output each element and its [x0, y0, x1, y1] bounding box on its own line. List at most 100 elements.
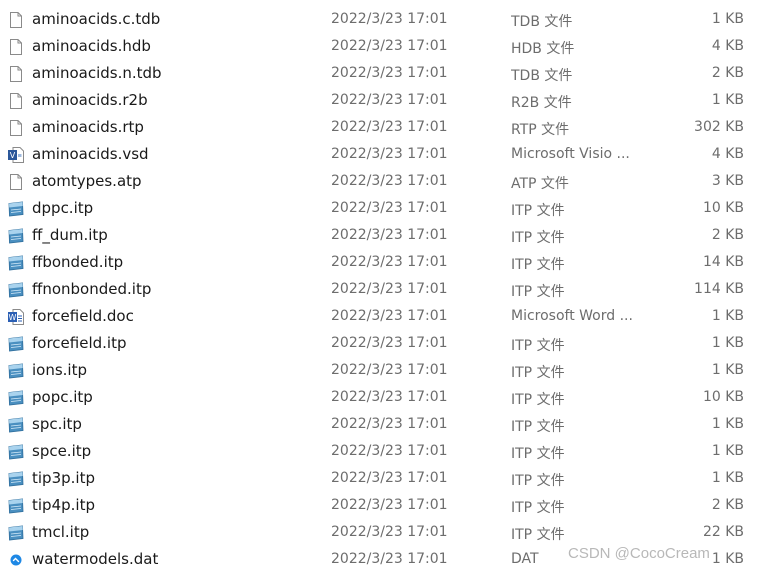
file-size: 1 KB: [711, 470, 744, 486]
file-name: popc.itp: [32, 388, 93, 406]
file-name: tmcl.itp: [32, 523, 90, 541]
file-row[interactable]: ffnonbonded.itp 2022/3/23 17:01 ITP 文件 114 …: [0, 276, 757, 303]
file-type: R2B 文件: [511, 95, 572, 111]
file-modified-date: 2022/3/23 17:01: [331, 362, 448, 378]
file-size: 10 KB: [702, 389, 744, 405]
file-size: 114 KB: [694, 281, 744, 297]
file-name: spce.itp: [32, 442, 92, 460]
file-name: aminoacids.hdb: [32, 37, 151, 55]
file-name: aminoacids.r2b: [32, 91, 148, 109]
file-row[interactable]: aminoacids.n.tdb 2022/3/23 17:01 TDB 文件 2 K…: [0, 60, 757, 87]
file-modified-date: 2022/3/23 17:01: [331, 443, 448, 459]
svg-text:W: W: [9, 313, 17, 322]
visio-file-icon: V: [7, 146, 25, 164]
file-list: aminoacids.c.tdb 2022/3/23 17:01 TDB 文件 1 K…: [0, 6, 757, 573]
dat-file-icon: [7, 551, 25, 569]
file-name: forcefield.doc: [32, 307, 134, 325]
file-modified-date: 2022/3/23 17:01: [331, 335, 448, 351]
file-size: 10 KB: [702, 200, 744, 216]
watermark: CSDN @CocoCream: [568, 545, 710, 562]
file-modified-date: 2022/3/23 17:01: [331, 92, 448, 108]
file-row[interactable]: aminoacids.r2b 2022/3/23 17:01 R2B 文件 1 KB: [0, 87, 757, 114]
file-row[interactable]: ions.itp 2022/3/23 17:01 ITP 文件 1 KB: [0, 357, 757, 384]
file-modified-date: 2022/3/23 17:01: [331, 389, 448, 405]
file-type: ITP 文件: [511, 203, 565, 219]
file-size: 1 KB: [711, 11, 744, 27]
file-modified-date: 2022/3/23 17:01: [331, 173, 448, 189]
file-modified-date: 2022/3/23 17:01: [331, 227, 448, 243]
file-size: 14 KB: [702, 254, 744, 270]
file-type: Microsoft Visio ...: [511, 146, 630, 162]
file-type: HDB 文件: [511, 41, 575, 57]
file-row[interactable]: aminoacids.hdb 2022/3/23 17:01 HDB 文件 4 KB: [0, 33, 757, 60]
file-size: 1 KB: [711, 551, 744, 567]
file-name: ions.itp: [32, 361, 88, 379]
file-row[interactable]: spc.itp 2022/3/23 17:01 ITP 文件 1 KB: [0, 411, 757, 438]
file-size: 2 KB: [711, 65, 744, 81]
file-size: 2 KB: [711, 497, 744, 513]
file-size: 3 KB: [711, 173, 744, 189]
file-modified-date: 2022/3/23 17:01: [331, 281, 448, 297]
file-row[interactable]: Vaminoacids.vsd 2022/3/23 17:01 Microsoft …: [0, 141, 757, 168]
file-name: spc.itp: [32, 415, 82, 433]
file-type: ATP 文件: [511, 176, 569, 192]
file-row[interactable]: forcefield.itp 2022/3/23 17:01 ITP 文件 1 KB: [0, 330, 757, 357]
file-type: ITP 文件: [511, 446, 565, 462]
itp-file-icon: [7, 470, 25, 488]
file-modified-date: 2022/3/23 17:01: [331, 551, 448, 567]
file-modified-date: 2022/3/23 17:01: [331, 524, 448, 540]
file-name: ffnonbonded.itp: [32, 280, 152, 298]
file-modified-date: 2022/3/23 17:01: [331, 119, 448, 135]
file-type: TDB 文件: [511, 68, 573, 84]
file-name: ffbonded.itp: [32, 253, 124, 271]
file-row[interactable]: tip3p.itp 2022/3/23 17:01 ITP 文件 1 KB: [0, 465, 757, 492]
file-modified-date: 2022/3/23 17:01: [331, 470, 448, 486]
file-row[interactable]: atomtypes.atp 2022/3/23 17:01 ATP 文件 3 KB: [0, 168, 757, 195]
file-modified-date: 2022/3/23 17:01: [331, 308, 448, 324]
file-modified-date: 2022/3/23 17:01: [331, 416, 448, 432]
file-size: 1 KB: [711, 308, 744, 324]
itp-file-icon: [7, 200, 25, 218]
file-size: 1 KB: [711, 443, 744, 459]
file-row[interactable]: aminoacids.c.tdb 2022/3/23 17:01 TDB 文件 1 K…: [0, 6, 757, 33]
file-type: ITP 文件: [511, 419, 565, 435]
itp-file-icon: [7, 335, 25, 353]
file-name: forcefield.itp: [32, 334, 127, 352]
file-row[interactable]: Wforcefield.doc 2022/3/23 17:01 Microsoft …: [0, 303, 757, 330]
file-size: 4 KB: [711, 146, 744, 162]
file-row[interactable]: ff_dum.itp 2022/3/23 17:01 ITP 文件 2 KB: [0, 222, 757, 249]
itp-file-icon: [7, 389, 25, 407]
itp-file-icon: [7, 281, 25, 299]
file-modified-date: 2022/3/23 17:01: [331, 65, 448, 81]
file-row[interactable]: popc.itp 2022/3/23 17:01 ITP 文件 10 KB: [0, 384, 757, 411]
file-type: Microsoft Word ...: [511, 308, 633, 324]
file-row[interactable]: dppc.itp 2022/3/23 17:01 ITP 文件 10 KB: [0, 195, 757, 222]
itp-file-icon: [7, 254, 25, 272]
file-row[interactable]: ffbonded.itp 2022/3/23 17:01 ITP 文件 14 KB: [0, 249, 757, 276]
itp-file-icon: [7, 362, 25, 380]
file-type: ITP 文件: [511, 284, 565, 300]
file-modified-date: 2022/3/23 17:01: [331, 38, 448, 54]
file-type: ITP 文件: [511, 257, 565, 273]
blank-file-icon: [7, 92, 25, 110]
file-row[interactable]: tmcl.itp 2022/3/23 17:01 ITP 文件 22 KB: [0, 519, 757, 546]
file-row[interactable]: spce.itp 2022/3/23 17:01 ITP 文件 1 KB: [0, 438, 757, 465]
file-size: 2 KB: [711, 227, 744, 243]
file-size: 1 KB: [711, 92, 744, 108]
itp-file-icon: [7, 497, 25, 515]
file-name: tip4p.itp: [32, 496, 95, 514]
file-name: watermodels.dat: [32, 550, 159, 568]
blank-file-icon: [7, 173, 25, 191]
file-type: ITP 文件: [511, 527, 565, 543]
file-size: 1 KB: [711, 335, 744, 351]
file-modified-date: 2022/3/23 17:01: [331, 497, 448, 513]
file-type: ITP 文件: [511, 338, 565, 354]
file-row[interactable]: tip4p.itp 2022/3/23 17:01 ITP 文件 2 KB: [0, 492, 757, 519]
file-size: 22 KB: [702, 524, 744, 540]
file-size: 1 KB: [711, 362, 744, 378]
file-row[interactable]: aminoacids.rtp 2022/3/23 17:01 RTP 文件 302 K…: [0, 114, 757, 141]
blank-file-icon: [7, 38, 25, 56]
file-type: ITP 文件: [511, 473, 565, 489]
file-modified-date: 2022/3/23 17:01: [331, 146, 448, 162]
word-file-icon: W: [7, 308, 25, 326]
